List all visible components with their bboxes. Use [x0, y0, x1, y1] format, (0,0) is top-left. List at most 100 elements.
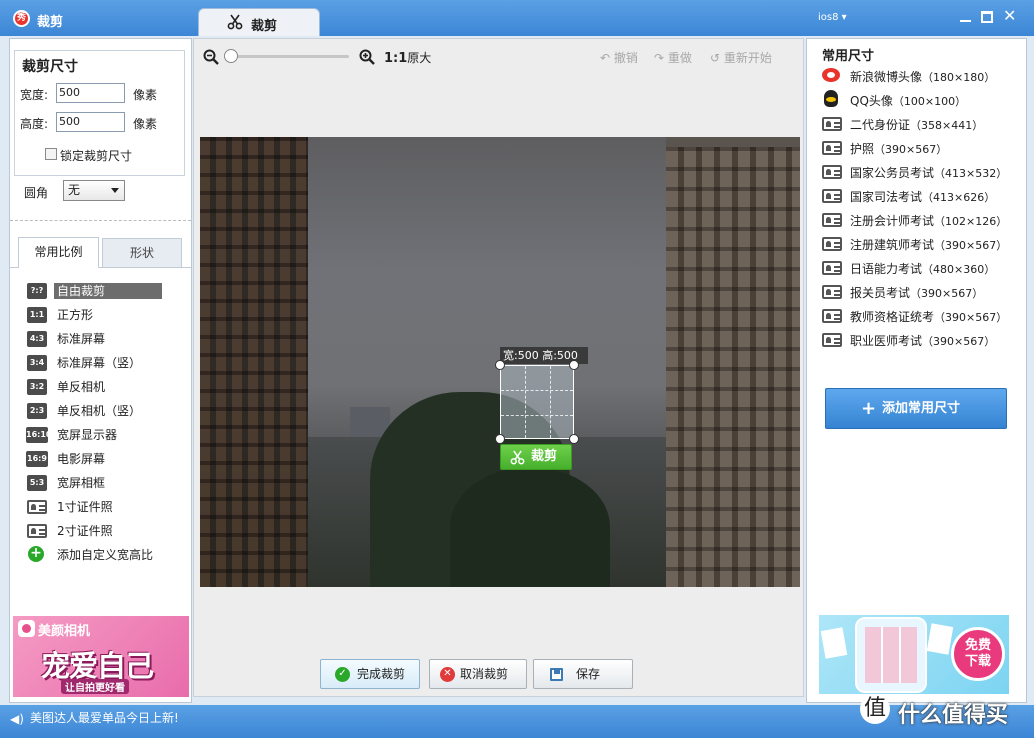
height-unit: 像素 — [133, 117, 158, 131]
save-button[interactable]: 保存 — [533, 659, 633, 689]
zoom-slider-track[interactable] — [229, 55, 349, 58]
id-card-icon — [822, 237, 842, 251]
crop-handle-top-right[interactable] — [569, 360, 579, 370]
preset-architect-exam[interactable]: 注册建筑师考试（390×567） — [821, 234, 1021, 258]
crop-apply-button[interactable]: 裁剪 — [500, 444, 572, 470]
preset-teacher-exam[interactable]: 教师资格证统考（390×567） — [821, 306, 1021, 330]
undo-button[interactable]: ↶ 撤销 — [600, 49, 638, 66]
ratio-item-2-3[interactable]: 2:3 单反相机（竖） — [26, 402, 186, 426]
ratio-item-3-4[interactable]: 3:4 标准屏幕（竖） — [26, 354, 186, 378]
crop-handle-top-left[interactable] — [495, 360, 505, 370]
close-button[interactable]: ✕ — [1003, 8, 1017, 24]
ratio-item-free[interactable]: ?:? 自由裁剪 — [26, 282, 186, 306]
minimize-button[interactable] — [959, 9, 973, 23]
add-common-size-button[interactable]: + 添加常用尺寸 — [825, 388, 1007, 429]
ad-banner-left[interactable]: 美颜相机 宠爱自己 让自拍更好看 — [13, 616, 189, 697]
id-card-icon — [822, 213, 842, 227]
tab-crop[interactable]: 裁剪 — [198, 8, 320, 36]
cancel-crop-button[interactable]: ✕ 取消裁剪 — [429, 659, 527, 689]
lock-size-checkbox[interactable] — [45, 148, 57, 160]
original-size-button[interactable]: 1:1原大 — [384, 49, 431, 66]
save-label: 保存 — [576, 667, 601, 681]
preset-name: 国家司法考试 — [850, 190, 923, 204]
maximize-button[interactable] — [981, 11, 993, 23]
id-card-icon — [822, 141, 842, 155]
app-logo-icon: 秀 — [13, 10, 30, 27]
ratio-item-1-inch-photo[interactable]: 1寸证件照 — [26, 498, 186, 522]
preset-name: 新浪微博头像 — [850, 70, 923, 84]
preset-name: 注册建筑师考试 — [850, 238, 935, 252]
preset-jlpt-exam[interactable]: 日语能力考试（480×360） — [821, 258, 1021, 282]
watermark-text: 什么值得买 — [898, 703, 1009, 728]
preset-qq-avatar[interactable]: QQ头像（100×100） — [821, 90, 1021, 114]
ratio-item-4-3[interactable]: 4:3 标准屏幕 — [26, 330, 186, 354]
ratio-label: 添加自定义宽高比 — [57, 548, 154, 562]
height-input[interactable]: 500 — [56, 112, 125, 132]
user-menu[interactable]: ios8 ▾ — [818, 12, 847, 23]
ratio-item-1-1[interactable]: 1:1 正方形 — [26, 306, 186, 330]
ratio-item-16-9[interactable]: 16:9 电影屏幕 — [26, 450, 186, 474]
free-download-badge[interactable]: 免费 下载 — [951, 627, 1005, 681]
corner-select[interactable]: 无 — [63, 180, 125, 201]
preset-label: 教师资格证统考（390×567） — [850, 310, 1007, 325]
badge-line-1: 免费 — [964, 638, 991, 653]
preset-name: 日语能力考试 — [850, 262, 923, 276]
width-input[interactable]: 500 — [56, 83, 125, 103]
zoom-slider-thumb[interactable] — [224, 49, 238, 63]
corner-label: 圆角 — [24, 186, 49, 200]
crop-size-title: 裁剪尺寸 — [22, 59, 78, 75]
crop-selection[interactable] — [500, 365, 574, 439]
crop-handle-bottom-right[interactable] — [569, 434, 579, 444]
id-card-icon — [822, 309, 842, 323]
id-card-icon — [822, 285, 842, 299]
preset-name: QQ头像 — [850, 94, 893, 108]
common-sizes-title: 常用尺寸 — [822, 49, 875, 64]
tab-common-ratio[interactable]: 常用比例 — [18, 237, 99, 268]
preset-civil-service-exam[interactable]: 国家公务员考试（413×532） — [821, 162, 1021, 186]
preset-size: （100×100） — [892, 95, 967, 108]
preset-judicial-exam[interactable]: 国家司法考试（413×626） — [821, 186, 1021, 210]
preset-id-card[interactable]: 二代身份证（358×441） — [821, 114, 1021, 138]
status-message[interactable]: 美图达人最爱单品今日上新! — [30, 709, 179, 726]
height-label: 高度: — [20, 117, 49, 131]
ratio-item-16-10[interactable]: 16:10 宽屏显示器 — [26, 426, 186, 450]
preset-size: （413×626） — [922, 191, 996, 204]
width-unit: 像素 — [133, 88, 158, 102]
photo-canvas[interactable]: 宽:500 高:500 裁剪 — [200, 137, 800, 587]
ratio-item-2-inch-photo[interactable]: 2寸证件照 — [26, 522, 186, 546]
finish-crop-button[interactable]: ✓ 完成裁剪 — [320, 659, 420, 689]
add-circle-icon: + — [28, 546, 44, 562]
id-card-icon — [822, 165, 842, 179]
preset-cpa-exam[interactable]: 注册会计师考试（102×126） — [821, 210, 1021, 234]
redo-button[interactable]: ↷ 重做 — [654, 49, 692, 66]
ratio-list: ?:? 自由裁剪 1:1 正方形 4:3 标准屏幕 3:4 标准屏幕（竖） 3:… — [26, 282, 186, 570]
ratio-item-add-custom[interactable]: + 添加自定义宽高比 — [26, 546, 186, 570]
check-icon: ✓ — [335, 667, 350, 682]
preset-label: 新浪微博头像（180×180） — [850, 70, 995, 85]
ratio-item-3-2[interactable]: 3:2 单反相机 — [26, 378, 186, 402]
preset-size: （180×180） — [922, 71, 996, 84]
preset-size: （480×360） — [922, 263, 996, 276]
restart-button[interactable]: ↺ 重新开始 — [710, 49, 772, 66]
redo-label: 重做 — [667, 51, 692, 65]
preset-customs-exam[interactable]: 报关员考试（390×567） — [821, 282, 1021, 306]
zoom-out-icon[interactable] — [203, 49, 219, 65]
id-card-icon — [27, 500, 47, 514]
zoom-in-icon[interactable] — [359, 49, 375, 65]
ratio-label: 单反相机 — [57, 380, 106, 394]
ratio-label: 2寸证件照 — [57, 524, 113, 538]
tab-shape[interactable]: 形状 — [102, 238, 182, 268]
preset-passport[interactable]: 护照（390×567） — [821, 138, 1021, 162]
crop-handle-bottom-left[interactable] — [495, 434, 505, 444]
scissors-icon — [227, 14, 243, 30]
divider — [10, 220, 191, 221]
badge-line-2: 下载 — [964, 654, 991, 669]
ratio-item-5-3[interactable]: 5:3 宽屏相框 — [26, 474, 186, 498]
ad-banner-right[interactable]: 免费 下载 — [819, 615, 1009, 694]
photo-building-left-floors — [200, 137, 308, 587]
preset-weibo-avatar[interactable]: 新浪微博头像（180×180） — [821, 66, 1021, 90]
preset-size: （390×567） — [874, 143, 948, 156]
preset-name: 二代身份证 — [850, 118, 911, 132]
save-disk-icon — [550, 668, 563, 681]
preset-physician-exam[interactable]: 职业医师考试（390×567） — [821, 330, 1021, 354]
